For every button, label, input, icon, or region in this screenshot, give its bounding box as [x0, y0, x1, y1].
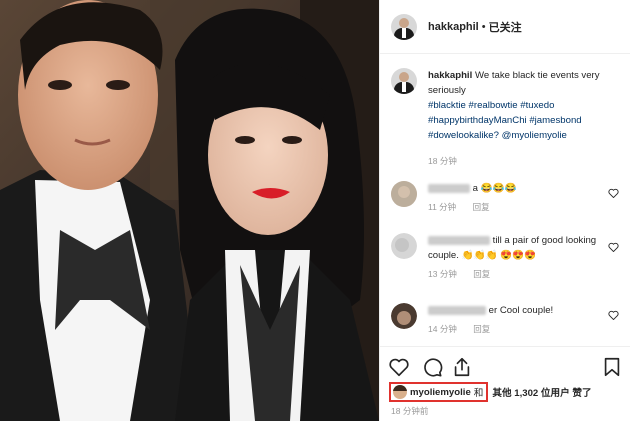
likes-count-link[interactable]: 其他 1,302 位用户 赞了 [492, 385, 591, 399]
reply-button[interactable]: 回复 [473, 202, 490, 212]
hashtag-link[interactable]: #jamesbond [529, 115, 581, 126]
caption-avatar[interactable] [391, 68, 417, 94]
post-photo [0, 0, 379, 421]
comment-heart-icon[interactable] [608, 310, 619, 320]
caption-text-block: hakkaphil We take black tie events very … [428, 68, 623, 143]
mention-link[interactable]: @myoliemyolie [502, 130, 567, 141]
comment-text: er Cool couple! [488, 305, 554, 316]
likes-and: 和 [473, 388, 484, 399]
liker-username[interactable]: myoliemyolie [410, 387, 471, 398]
heart-icon[interactable] [388, 356, 410, 378]
commenter-avatar[interactable] [391, 233, 417, 259]
comment-item: till a pair of good looking couple. 👏👏👏 … [391, 233, 623, 280]
hashtag-link[interactable]: #dowelookalike? [428, 130, 499, 141]
comment-time: 13 分钟 [428, 269, 457, 279]
comment-text-row: till a pair of good looking couple. 👏👏👏 … [428, 233, 606, 263]
commenter-avatar[interactable] [391, 181, 417, 207]
comment-text-row: a 😂😂😂 [428, 181, 606, 196]
commenter-avatar[interactable] [391, 303, 417, 329]
action-bar [380, 346, 630, 386]
hashtag-link[interactable]: #blacktie [428, 100, 466, 111]
comment-text: a 😂😂😂 [472, 183, 517, 194]
comment-heart-icon[interactable] [608, 242, 619, 252]
post-detail-panel: hakkaphil • 已关注 hakkaphil We take black … [379, 0, 630, 421]
comment-heart-icon[interactable] [608, 188, 619, 198]
likes-summary: myoliemyolie 和 其他 1,302 位用户 赞了 [389, 382, 592, 402]
comment-text-row: er Cool couple! [428, 303, 606, 318]
hashtag-link[interactable]: #happybirthdayManChi [428, 115, 527, 126]
comment-item: a 😂😂😂 11 分钟 回复 [391, 181, 623, 213]
post-header: hakkaphil • 已关注 [380, 0, 630, 54]
caption-time: 18 分钟 [428, 156, 457, 166]
comment-time: 11 分钟 [428, 202, 457, 212]
post-timestamp: 18 分钟前 [391, 406, 429, 416]
separator-dot: • [481, 20, 486, 33]
blurred-username [428, 305, 486, 315]
comment-item: er Cool couple! 14 分钟 回复 [391, 303, 623, 335]
caption-username[interactable]: hakkaphil [428, 70, 472, 81]
blurred-username [428, 235, 490, 245]
paper-plane-icon[interactable] [451, 356, 473, 378]
reply-button[interactable]: 回复 [473, 324, 490, 334]
liker-avatar[interactable] [393, 385, 407, 399]
reply-button[interactable]: 回复 [473, 269, 490, 279]
comment-meta: 13 分钟 回复 [428, 268, 606, 280]
blurred-username [428, 183, 470, 193]
author-username[interactable]: hakkaphil [428, 21, 479, 33]
author-avatar[interactable] [391, 13, 417, 40]
comment-meta: 11 分钟 回复 [428, 201, 606, 213]
comment-meta: 14 分钟 回复 [428, 323, 606, 335]
post-caption: hakkaphil We take black tie events very … [391, 68, 623, 143]
highlighted-liker: myoliemyolie 和 [389, 382, 489, 402]
speech-bubble-icon[interactable] [421, 356, 443, 378]
hashtag-link[interactable]: #realbowtie [469, 100, 518, 111]
comment-time: 14 分钟 [428, 324, 457, 334]
follow-status-button[interactable]: 已关注 [489, 19, 522, 35]
hashtag-link[interactable]: #tuxedo [520, 100, 554, 111]
bookmark-icon[interactable] [601, 356, 623, 378]
